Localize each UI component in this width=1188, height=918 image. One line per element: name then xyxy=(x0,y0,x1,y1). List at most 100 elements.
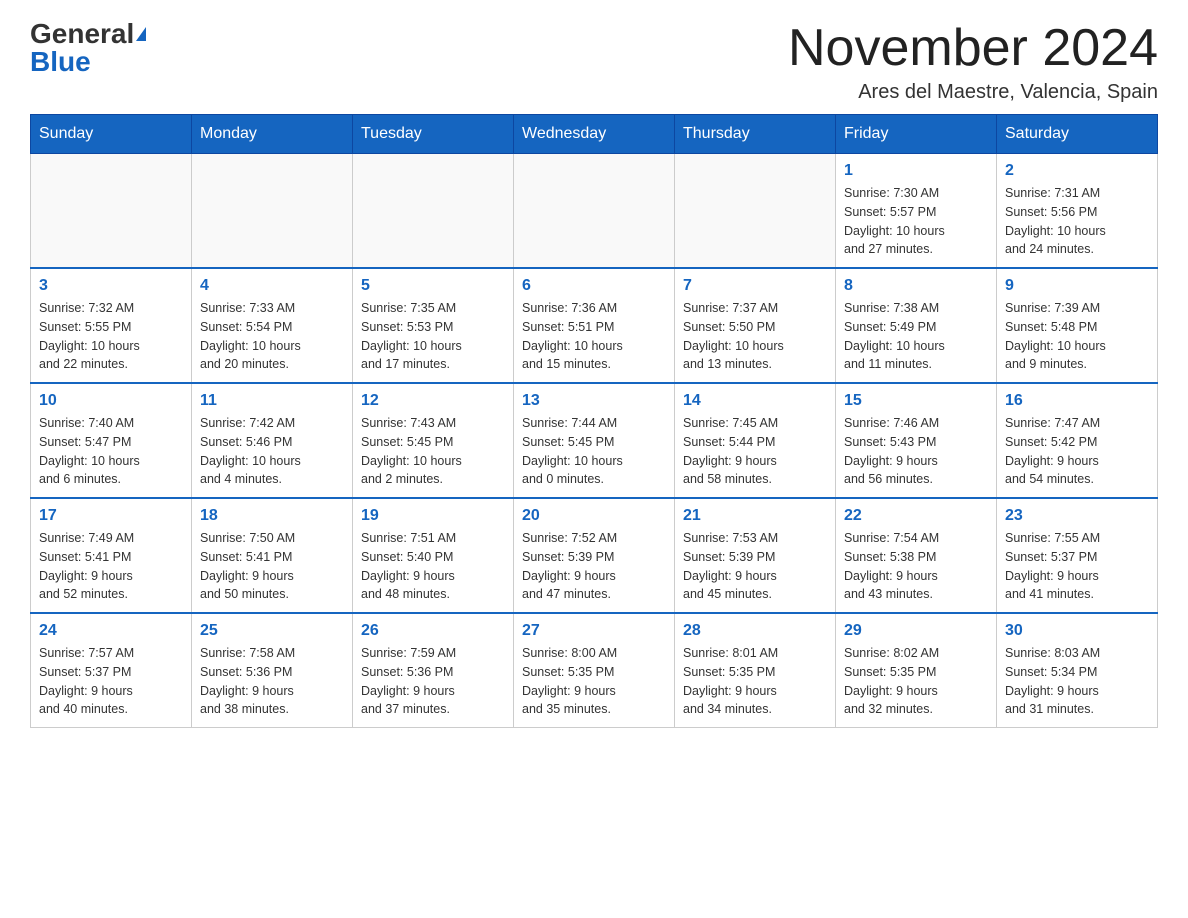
day-info: Sunrise: 7:35 AMSunset: 5:53 PMDaylight:… xyxy=(361,299,505,374)
calendar-week-row: 17Sunrise: 7:49 AMSunset: 5:41 PMDayligh… xyxy=(31,498,1158,613)
calendar-cell: 19 Sunrise: 7:51 AMSunset: 5:40 PMDayligh… xyxy=(353,498,514,613)
calendar-cell: 11 Sunrise: 7:42 AMSunset: 5:46 PMDayligh… xyxy=(192,383,353,498)
calendar-week-row: 3 Sunrise: 7:32 AMSunset: 5:55 PMDaylight… xyxy=(31,268,1158,383)
day-info: Sunrise: 7:32 AMSunset: 5:55 PMDaylight:… xyxy=(39,299,183,374)
calendar-week-row: 1 Sunrise: 7:30 AMSunset: 5:57 PMDaylight… xyxy=(31,154,1158,269)
calendar-cell: 25 Sunrise: 7:58 AMSunset: 5:36 PMDayligh… xyxy=(192,613,353,728)
calendar-cell: 3 Sunrise: 7:32 AMSunset: 5:55 PMDaylight… xyxy=(31,268,192,383)
calendar-cell: 24 Sunrise: 7:57 AMSunset: 5:37 PMDayligh… xyxy=(31,613,192,728)
calendar-cell: 2 Sunrise: 7:31 AMSunset: 5:56 PMDaylight… xyxy=(997,154,1158,269)
day-info: Sunrise: 7:50 AMSunset: 5:41 PMDaylight:… xyxy=(200,529,344,604)
weekday-header-sunday: Sunday xyxy=(31,115,192,154)
day-info: Sunrise: 8:00 AMSunset: 5:35 PMDaylight:… xyxy=(522,644,666,719)
day-number: 14 xyxy=(683,392,827,410)
day-info: Sunrise: 7:47 AMSunset: 5:42 PMDaylight:… xyxy=(1005,414,1149,489)
day-number: 25 xyxy=(200,622,344,640)
calendar-cell: 29Sunrise: 8:02 AMSunset: 5:35 PMDayligh… xyxy=(836,613,997,728)
day-number: 10 xyxy=(39,392,183,410)
calendar-cell xyxy=(675,154,836,269)
day-number: 21 xyxy=(683,507,827,525)
calendar-cell: 30 Sunrise: 8:03 AMSunset: 5:34 PMDayligh… xyxy=(997,613,1158,728)
calendar-cell xyxy=(192,154,353,269)
location-text: Ares del Maestre, Valencia, Spain xyxy=(788,81,1158,104)
day-info: Sunrise: 7:49 AMSunset: 5:41 PMDaylight:… xyxy=(39,529,183,604)
day-number: 7 xyxy=(683,277,827,295)
day-number: 8 xyxy=(844,277,988,295)
weekday-header-monday: Monday xyxy=(192,115,353,154)
day-info: Sunrise: 7:42 AMSunset: 5:46 PMDaylight:… xyxy=(200,414,344,489)
calendar-cell: 7 Sunrise: 7:37 AMSunset: 5:50 PMDaylight… xyxy=(675,268,836,383)
weekday-header-friday: Friday xyxy=(836,115,997,154)
day-number: 28 xyxy=(683,622,827,640)
logo: General Blue xyxy=(30,20,146,76)
day-number: 18 xyxy=(200,507,344,525)
weekday-header-thursday: Thursday xyxy=(675,115,836,154)
logo-blue-text: Blue xyxy=(30,48,91,76)
day-info: Sunrise: 7:55 AMSunset: 5:37 PMDaylight:… xyxy=(1005,529,1149,604)
calendar-cell: 4Sunrise: 7:33 AMSunset: 5:54 PMDaylight… xyxy=(192,268,353,383)
day-info: Sunrise: 7:39 AMSunset: 5:48 PMDaylight:… xyxy=(1005,299,1149,374)
day-number: 30 xyxy=(1005,622,1149,640)
day-number: 12 xyxy=(361,392,505,410)
day-number: 2 xyxy=(1005,162,1149,180)
calendar-cell: 6Sunrise: 7:36 AMSunset: 5:51 PMDaylight… xyxy=(514,268,675,383)
calendar-cell: 18 Sunrise: 7:50 AMSunset: 5:41 PMDayligh… xyxy=(192,498,353,613)
calendar-cell: 14 Sunrise: 7:45 AMSunset: 5:44 PMDayligh… xyxy=(675,383,836,498)
day-info: Sunrise: 7:46 AMSunset: 5:43 PMDaylight:… xyxy=(844,414,988,489)
day-info: Sunrise: 7:51 AMSunset: 5:40 PMDaylight:… xyxy=(361,529,505,604)
calendar-cell: 20Sunrise: 7:52 AMSunset: 5:39 PMDayligh… xyxy=(514,498,675,613)
day-info: Sunrise: 7:57 AMSunset: 5:37 PMDaylight:… xyxy=(39,644,183,719)
calendar-cell: 13Sunrise: 7:44 AMSunset: 5:45 PMDayligh… xyxy=(514,383,675,498)
weekday-header-tuesday: Tuesday xyxy=(353,115,514,154)
day-number: 15 xyxy=(844,392,988,410)
day-number: 11 xyxy=(200,392,344,410)
calendar-cell: 8 Sunrise: 7:38 AMSunset: 5:49 PMDaylight… xyxy=(836,268,997,383)
day-number: 24 xyxy=(39,622,183,640)
day-info: Sunrise: 7:38 AMSunset: 5:49 PMDaylight:… xyxy=(844,299,988,374)
day-info: Sunrise: 7:58 AMSunset: 5:36 PMDaylight:… xyxy=(200,644,344,719)
calendar-cell: 22Sunrise: 7:54 AMSunset: 5:38 PMDayligh… xyxy=(836,498,997,613)
day-number: 23 xyxy=(1005,507,1149,525)
day-info: Sunrise: 8:03 AMSunset: 5:34 PMDaylight:… xyxy=(1005,644,1149,719)
calendar-cell: 12 Sunrise: 7:43 AMSunset: 5:45 PMDayligh… xyxy=(353,383,514,498)
day-info: Sunrise: 7:31 AMSunset: 5:56 PMDaylight:… xyxy=(1005,184,1149,259)
page-header: General Blue November 2024 Ares del Maes… xyxy=(30,20,1158,104)
calendar-cell xyxy=(514,154,675,269)
day-number: 9 xyxy=(1005,277,1149,295)
day-number: 29 xyxy=(844,622,988,640)
day-info: Sunrise: 7:37 AMSunset: 5:50 PMDaylight:… xyxy=(683,299,827,374)
day-info: Sunrise: 8:01 AMSunset: 5:35 PMDaylight:… xyxy=(683,644,827,719)
day-info: Sunrise: 7:44 AMSunset: 5:45 PMDaylight:… xyxy=(522,414,666,489)
day-info: Sunrise: 7:45 AMSunset: 5:44 PMDaylight:… xyxy=(683,414,827,489)
calendar-week-row: 24 Sunrise: 7:57 AMSunset: 5:37 PMDayligh… xyxy=(31,613,1158,728)
calendar-cell: 26 Sunrise: 7:59 AMSunset: 5:36 PMDayligh… xyxy=(353,613,514,728)
calendar-cell: 10Sunrise: 7:40 AMSunset: 5:47 PMDayligh… xyxy=(31,383,192,498)
logo-triangle-icon xyxy=(136,27,146,41)
calendar-cell: 23 Sunrise: 7:55 AMSunset: 5:37 PMDayligh… xyxy=(997,498,1158,613)
day-number: 5 xyxy=(361,277,505,295)
day-number: 26 xyxy=(361,622,505,640)
day-number: 16 xyxy=(1005,392,1149,410)
calendar-cell: 27 Sunrise: 8:00 AMSunset: 5:35 PMDayligh… xyxy=(514,613,675,728)
day-info: Sunrise: 7:30 AMSunset: 5:57 PMDaylight:… xyxy=(844,184,988,259)
weekday-header-row: SundayMondayTuesdayWednesdayThursdayFrid… xyxy=(31,115,1158,154)
day-info: Sunrise: 7:52 AMSunset: 5:39 PMDaylight:… xyxy=(522,529,666,604)
weekday-header-wednesday: Wednesday xyxy=(514,115,675,154)
calendar-week-row: 10Sunrise: 7:40 AMSunset: 5:47 PMDayligh… xyxy=(31,383,1158,498)
day-number: 19 xyxy=(361,507,505,525)
day-number: 1 xyxy=(844,162,988,180)
day-number: 6 xyxy=(522,277,666,295)
day-number: 27 xyxy=(522,622,666,640)
day-info: Sunrise: 7:53 AMSunset: 5:39 PMDaylight:… xyxy=(683,529,827,604)
calendar-cell xyxy=(31,154,192,269)
calendar-cell xyxy=(353,154,514,269)
day-number: 4 xyxy=(200,277,344,295)
calendar-cell: 28 Sunrise: 8:01 AMSunset: 5:35 PMDayligh… xyxy=(675,613,836,728)
weekday-header-saturday: Saturday xyxy=(997,115,1158,154)
calendar-cell: 17Sunrise: 7:49 AMSunset: 5:41 PMDayligh… xyxy=(31,498,192,613)
day-info: Sunrise: 7:54 AMSunset: 5:38 PMDaylight:… xyxy=(844,529,988,604)
day-info: Sunrise: 7:43 AMSunset: 5:45 PMDaylight:… xyxy=(361,414,505,489)
month-title: November 2024 xyxy=(788,20,1158,77)
day-info: Sunrise: 7:59 AMSunset: 5:36 PMDaylight:… xyxy=(361,644,505,719)
day-number: 3 xyxy=(39,277,183,295)
